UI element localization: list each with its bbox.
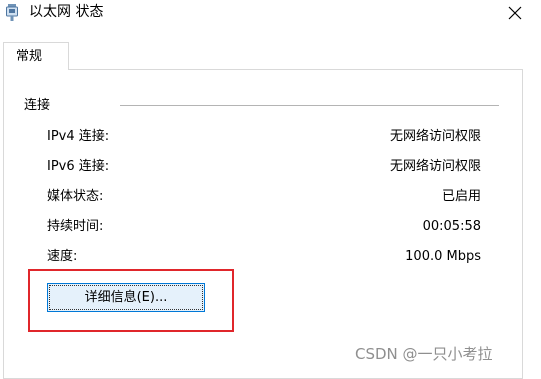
duration-label: 持续时间:	[47, 219, 104, 234]
speed-value: 100.0 Mbps	[405, 249, 481, 264]
close-button[interactable]	[494, 0, 536, 26]
ipv6-value: 无网络访问权限	[389, 159, 481, 174]
ipv4-value: 无网络访问权限	[389, 129, 481, 144]
tab-general-label: 常规	[16, 49, 43, 64]
title-bar: 以太网 状态	[0, 0, 541, 26]
media-state-label: 媒体状态:	[47, 189, 104, 204]
ipv6-label: IPv6 连接:	[47, 159, 110, 174]
network-adapter-icon	[6, 4, 18, 22]
connection-section-label: 连接	[24, 98, 51, 113]
annotation-highlight-box	[28, 269, 234, 332]
watermark: CSDN @一只小考拉	[355, 345, 493, 363]
section-divider	[120, 105, 499, 106]
duration-value: 00:05:58	[422, 219, 481, 234]
speed-label: 速度:	[47, 249, 78, 264]
ipv4-label: IPv4 连接:	[47, 129, 110, 144]
media-state-value: 已启用	[441, 189, 481, 204]
window-title: 以太网 状态	[29, 4, 104, 20]
tab-general[interactable]: 常规	[3, 42, 69, 70]
